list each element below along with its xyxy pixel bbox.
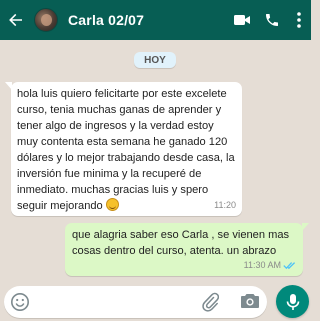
phone-icon[interactable] [259, 0, 285, 40]
outgoing-message[interactable]: que alagria saber eso Carla , se vienen … [65, 223, 309, 276]
incoming-message[interactable]: hola luis quiero felicitarte por este ex… [5, 82, 242, 216]
emoji-icon[interactable] [10, 292, 30, 317]
chat-header: Carla 02/07 [0, 0, 311, 40]
contact-name[interactable]: Carla 02/07 [68, 12, 229, 28]
message-time: 11:20 [214, 200, 236, 210]
message-composer[interactable] [4, 286, 267, 318]
video-call-icon[interactable] [229, 0, 255, 40]
smiling-face-emoji-icon [105, 198, 119, 211]
more-vert-icon[interactable] [289, 0, 309, 40]
attach-icon[interactable] [201, 292, 220, 317]
mic-button[interactable] [276, 285, 309, 318]
message-text: que alagria saber eso Carla , se vienen … [72, 229, 290, 257]
camera-icon[interactable] [240, 292, 260, 315]
day-divider: HOY [134, 52, 176, 68]
chat-area: HOY hola luis quiero felicitarte por est… [0, 40, 311, 284]
back-arrow-icon[interactable] [2, 0, 30, 40]
avatar[interactable] [34, 8, 58, 32]
mic-icon [286, 293, 299, 310]
double-check-icon [283, 261, 296, 269]
message-text: hola luis quiero felicitarte por este ex… [17, 88, 235, 212]
message-time: 11:30 AM [244, 257, 297, 273]
